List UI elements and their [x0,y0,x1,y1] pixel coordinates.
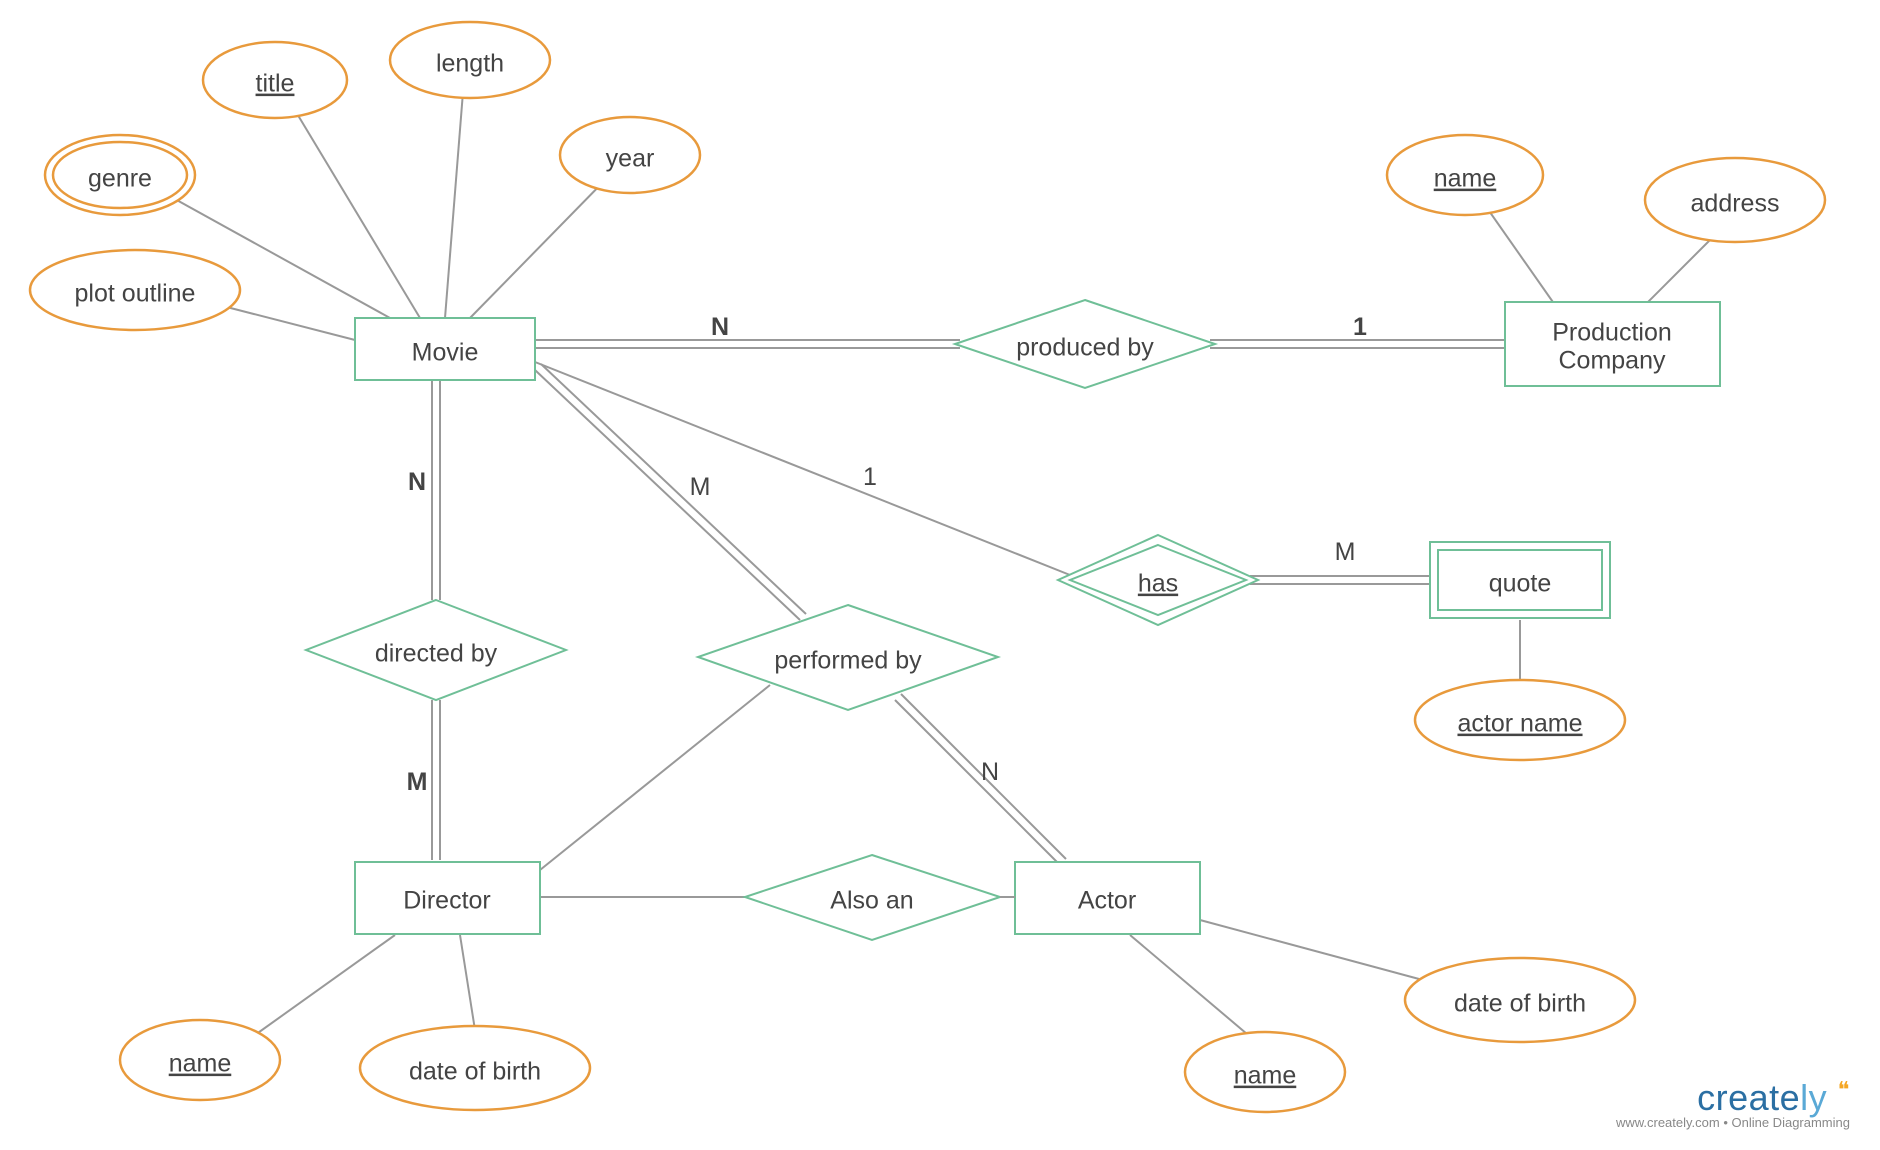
line-movie-has [535,362,1070,575]
rel-directed-by-text: directed by [375,640,498,668]
rel-has-text: has [1138,570,1178,598]
entity-pc-text-l2: Company [1559,347,1666,375]
attr-quote-actorname-text: actor name [1457,710,1582,738]
card-actor-performedby: N [981,758,999,786]
rel-performed-by-text: performed by [774,647,922,675]
entity-quote-text: quote [1489,570,1552,598]
er-diagram-canvas: N 1 N M M N 1 M genre title length year … [0,0,1880,1150]
attr-actor-dob-text: date of birth [1454,990,1586,1018]
rel-also-an-text: Also an [830,887,913,915]
watermark-brand: creately ❝ [1616,1077,1850,1119]
card-movie-has: 1 [863,463,877,491]
attr-pc-address-text: address [1691,190,1780,218]
line-actor-name [1130,935,1260,1045]
card-movie-producedby: N [711,313,729,341]
line-director-performed [540,685,770,870]
attr-genre-text: genre [88,165,152,193]
entity-director-text: Director [403,887,491,915]
line-director-name [255,935,395,1035]
card-pc-producedby: 1 [1353,313,1367,341]
entity-actor-text: Actor [1078,887,1136,915]
watermark: creately ❝ www.creately.com • Online Dia… [1616,1077,1850,1130]
watermark-brand-part2: ly [1800,1077,1827,1118]
attr-actor-name-text: name [1234,1062,1297,1090]
card-movie-performedby: M [690,473,711,501]
line-title-movie [290,102,420,318]
line-performed-actor-a [895,700,1060,865]
entity-movie-text: Movie [412,339,479,367]
card-quote-has: M [1335,538,1356,566]
line-year-movie [470,175,610,318]
watermark-subtitle: www.creately.com • Online Diagramming [1616,1115,1850,1130]
lightbulb-icon: ❝ [1838,1077,1850,1102]
attr-length-text: length [436,50,504,78]
line-movie-performed-b [541,364,806,614]
attr-plot-text: plot outline [75,280,196,308]
card-movie-directedby: N [408,468,426,496]
attr-pc-name-text: name [1434,165,1497,193]
line-movie-performed-a [535,370,800,620]
card-director-directedby: M [407,768,428,796]
line-director-dob [460,935,475,1030]
attr-year-text: year [606,145,655,173]
attr-title-text: title [256,70,295,98]
entity-pc-text-l1: Production [1552,319,1672,347]
attr-director-name-text: name [169,1050,232,1078]
watermark-brand-part1: create [1697,1077,1800,1118]
attr-director-dob-text: date of birth [409,1058,541,1086]
line-length-movie [445,92,463,318]
rel-produced-by-text: produced by [1016,334,1154,362]
